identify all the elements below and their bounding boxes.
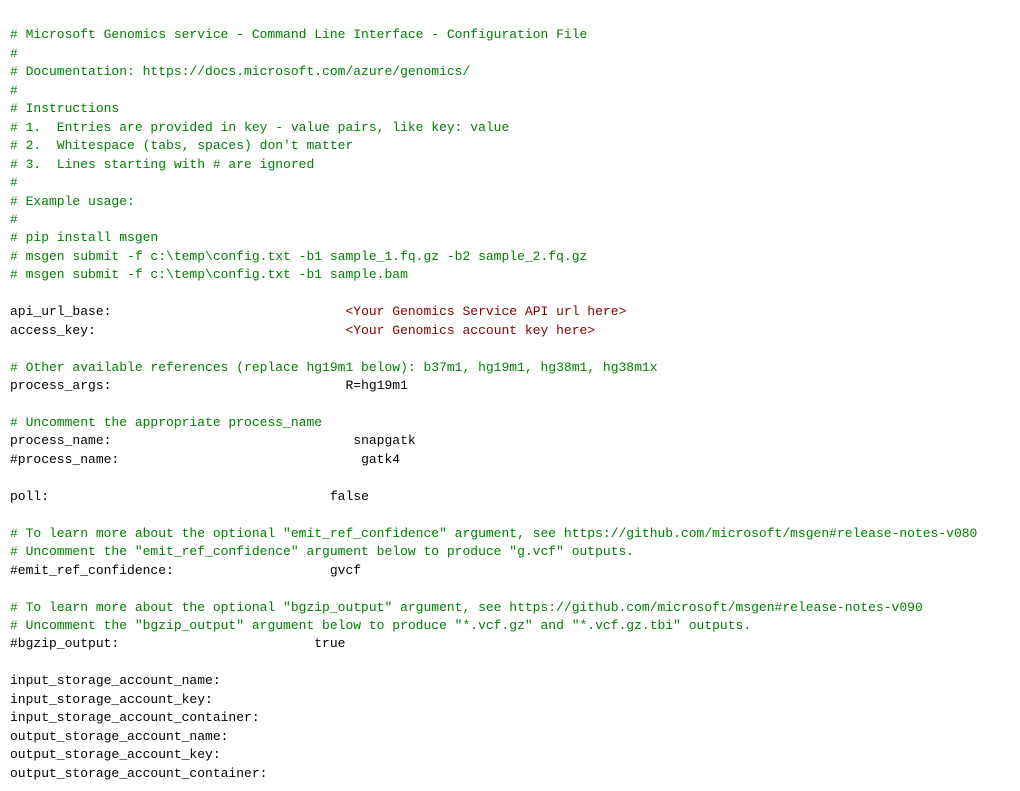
comment-text: # [10,212,18,227]
code-line-36: input_storage_account_key: [10,691,1010,709]
code-line-3: # [10,82,1010,100]
code-line-10: # [10,211,1010,229]
config-value: gvcf [330,563,361,578]
code-line-20 [10,396,1010,414]
code-line-31: # To learn more about the optional "bgzi… [10,599,1010,617]
config-key: input_storage_account_key: [10,692,213,707]
code-line-12: # msgen submit -f c:\temp\config.txt -b1… [10,248,1010,266]
code-line-6: # 2. Whitespace (tabs, spaces) don't mat… [10,137,1010,155]
comment-text: # [10,46,18,61]
comment-text: # Uncomment the appropriate process_name [10,415,322,430]
code-line-19: process_args: R=hg19m1 [10,377,1010,395]
comment-text: # 1. Entries are provided in key - value… [10,120,509,135]
code-line-27: # To learn more about the optional "emit… [10,525,1010,543]
code-line-13: # msgen submit -f c:\temp\config.txt -b1… [10,266,1010,284]
config-key: output_storage_account_container: [10,766,267,781]
comment-text: # Documentation: https://docs.microsoft.… [10,64,470,79]
comment-text: # [10,175,18,190]
config-key: api_url_base: [10,304,345,319]
code-line-7: # 3. Lines starting with # are ignored [10,156,1010,174]
code-line-2: # Documentation: https://docs.microsoft.… [10,63,1010,81]
comment-text: # msgen submit -f c:\temp\config.txt -b1… [10,249,587,264]
comment-text: # Instructions [10,101,119,116]
comment-text: # [10,83,18,98]
code-line-8: # [10,174,1010,192]
config-value: true [314,636,345,651]
comment-text: # Other available references (replace hg… [10,360,658,375]
code-line-26 [10,506,1010,524]
code-line-23: #process_name: gatk4 [10,451,1010,469]
code-line-37: input_storage_account_container: [10,709,1010,727]
code-line-24 [10,469,1010,487]
code-line-34 [10,654,1010,672]
code-line-1: # [10,45,1010,63]
code-line-11: # pip install msgen [10,229,1010,247]
code-line-9: # Example usage: [10,193,1010,211]
comment-text: # 3. Lines starting with # are ignored [10,157,314,172]
code-line-25: poll: false [10,488,1010,506]
config-key: poll: [10,489,330,504]
comment-text: # To learn more about the optional "emit… [10,526,977,541]
config-value: R=hg19m1 [345,378,407,393]
config-file-content: # Microsoft Genomics service - Command L… [10,8,1010,783]
code-line-32: # Uncomment the "bgzip_output" argument … [10,617,1010,635]
comment-text: # msgen submit -f c:\temp\config.txt -b1… [10,267,408,282]
config-key: process_args: [10,378,345,393]
config-key: access_key: [10,323,345,338]
config-key: input_storage_account_name: [10,673,221,688]
code-line-18: # Other available references (replace hg… [10,359,1010,377]
config-value: snapgatk [353,433,415,448]
config-value-placeholder: <Your Genomics Service API url here> [345,304,626,319]
config-key: output_storage_account_name: [10,729,228,744]
code-line-17 [10,340,1010,358]
config-key: output_storage_account_key: [10,747,221,762]
code-line-40: output_storage_account_container: [10,765,1010,783]
comment-text: # 2. Whitespace (tabs, spaces) don't mat… [10,138,353,153]
code-line-33: #bgzip_output: true [10,635,1010,653]
config-key: #bgzip_output: [10,636,314,651]
comment-text: # pip install msgen [10,230,158,245]
code-line-4: # Instructions [10,100,1010,118]
code-line-29: #emit_ref_confidence: gvcf [10,562,1010,580]
comment-text: # Uncomment the "bgzip_output" argument … [10,618,751,633]
comment-text: # Microsoft Genomics service - Command L… [10,27,587,42]
code-line-5: # 1. Entries are provided in key - value… [10,119,1010,137]
code-line-0: # Microsoft Genomics service - Command L… [10,26,1010,44]
code-line-30 [10,580,1010,598]
code-line-35: input_storage_account_name: [10,672,1010,690]
comment-text: # To learn more about the optional "bgzi… [10,600,923,615]
config-key: input_storage_account_container: [10,710,260,725]
config-value-placeholder: <Your Genomics account key here> [345,323,595,338]
code-line-21: # Uncomment the appropriate process_name [10,414,1010,432]
code-line-15: api_url_base: <Your Genomics Service API… [10,303,1010,321]
code-line-16: access_key: <Your Genomics account key h… [10,322,1010,340]
code-line-38: output_storage_account_name: [10,728,1010,746]
comment-text: # Uncomment the "emit_ref_confidence" ar… [10,544,634,559]
config-key: #emit_ref_confidence: [10,563,330,578]
config-value: false [330,489,369,504]
config-key: process_name: [10,433,353,448]
comment-text: # Example usage: [10,194,135,209]
code-line-14 [10,285,1010,303]
code-line-22: process_name: snapgatk [10,432,1010,450]
code-line-28: # Uncomment the "emit_ref_confidence" ar… [10,543,1010,561]
config-key: #process_name: [10,452,353,467]
config-value: gatk4 [353,452,400,467]
